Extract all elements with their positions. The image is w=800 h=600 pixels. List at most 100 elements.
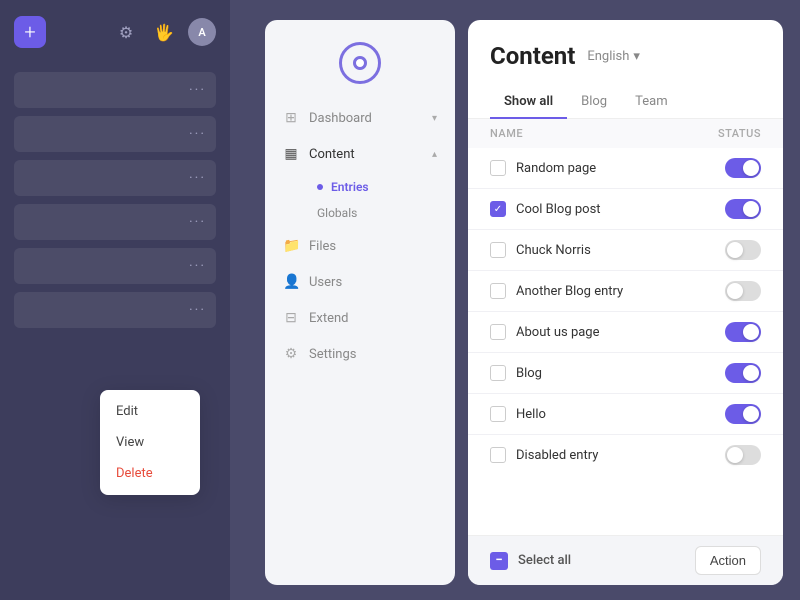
nav-settings-label: Settings	[309, 347, 356, 362]
entry-checkbox[interactable]	[490, 283, 506, 299]
chevron-up-icon: ▴	[432, 149, 437, 160]
nav-users-label: Users	[309, 275, 342, 290]
nav-settings[interactable]: ⚙ Settings	[265, 336, 455, 372]
nav-files-label: Files	[309, 239, 336, 254]
card-3-menu[interactable]: ···	[189, 170, 206, 186]
card-1-menu[interactable]: ···	[189, 82, 206, 98]
entry-checkbox[interactable]	[490, 160, 506, 176]
page-title: Content	[490, 42, 575, 70]
language-label: English	[587, 49, 629, 64]
table-header: Name Status	[468, 119, 783, 148]
table-row: Disabled entry	[468, 435, 783, 475]
extend-icon: ⊟	[283, 310, 299, 326]
card-4: ···	[14, 204, 216, 240]
nav-dashboard[interactable]: ⊞ Dashboard ▾	[265, 100, 455, 136]
context-menu: Edit View Delete	[100, 390, 200, 495]
entry-name: Disabled entry	[516, 448, 715, 463]
toggle-knob	[743, 201, 759, 217]
toggle-knob	[727, 283, 743, 299]
entries-list: Random page Cool Blog post Chuck Norris …	[468, 148, 783, 475]
entry-checkbox[interactable]	[490, 201, 506, 217]
toggle-knob	[743, 324, 759, 340]
toggle-knob	[743, 365, 759, 381]
settings-icon[interactable]: ⚙	[112, 18, 140, 46]
subnav-entries[interactable]: Entries	[309, 174, 455, 200]
toggle-knob	[727, 447, 743, 463]
entry-toggle[interactable]	[725, 240, 761, 260]
tab-team[interactable]: Team	[621, 86, 682, 119]
entry-name: Cool Blog post	[516, 202, 715, 217]
left-panel: + ⚙ 🖐 A ··· ··· ··· ··· ··· ··· Edit Vie…	[0, 0, 230, 600]
nav-extend-label: Extend	[309, 311, 349, 326]
bottom-bar: Select all Action	[468, 535, 783, 585]
nav-extend[interactable]: ⊟ Extend	[265, 300, 455, 336]
table-row: About us page	[468, 312, 783, 353]
table-row: Random page	[468, 148, 783, 189]
content-icon: ▦	[283, 146, 299, 162]
entry-checkbox[interactable]	[490, 242, 506, 258]
logo-inner	[353, 56, 367, 70]
card-5: ···	[14, 248, 216, 284]
logo-circle	[339, 42, 381, 84]
entry-checkbox[interactable]	[490, 324, 506, 340]
col-status: Status	[701, 127, 761, 140]
main-header: Content English ▾	[468, 20, 783, 70]
tab-show-all[interactable]: Show all	[490, 86, 567, 119]
left-panel-top: + ⚙ 🖐 A	[0, 0, 230, 64]
files-icon: 📁	[283, 238, 299, 254]
card-5-menu[interactable]: ···	[189, 258, 206, 274]
entry-checkbox[interactable]	[490, 406, 506, 422]
action-button[interactable]: Action	[695, 546, 761, 575]
add-button[interactable]: +	[14, 16, 46, 48]
card-6-menu[interactable]: ···	[189, 302, 206, 318]
entry-toggle[interactable]	[725, 363, 761, 383]
nav-content[interactable]: ▦ Content ▴	[265, 136, 455, 172]
subnav-globals[interactable]: Globals	[309, 200, 455, 226]
entry-name: Another Blog entry	[516, 284, 715, 299]
table-row: Cool Blog post	[468, 189, 783, 230]
avatar[interactable]: A	[188, 18, 216, 46]
entry-checkbox[interactable]	[490, 447, 506, 463]
select-all-checkbox[interactable]	[490, 552, 508, 570]
tabs: Show all Blog Team	[468, 86, 783, 119]
language-selector[interactable]: English ▾	[587, 49, 640, 64]
context-delete[interactable]: Delete	[100, 458, 200, 489]
entry-name: Blog	[516, 366, 715, 381]
context-edit[interactable]: Edit	[100, 396, 200, 427]
dashboard-icon: ⊞	[283, 110, 299, 126]
nav-dashboard-label: Dashboard	[309, 111, 372, 126]
entry-toggle[interactable]	[725, 281, 761, 301]
main-content: Content English ▾ Show all Blog Team Nam…	[468, 20, 783, 585]
entry-toggle[interactable]	[725, 158, 761, 178]
entry-name: Chuck Norris	[516, 243, 715, 258]
chevron-down-icon: ▾	[633, 49, 640, 64]
context-view[interactable]: View	[100, 427, 200, 458]
entry-toggle[interactable]	[725, 404, 761, 424]
table-row: Chuck Norris	[468, 230, 783, 271]
content-subnav: Entries Globals	[265, 172, 455, 228]
logo	[265, 20, 455, 100]
entry-name: About us page	[516, 325, 715, 340]
card-1: ···	[14, 72, 216, 108]
entry-checkbox[interactable]	[490, 365, 506, 381]
nav-settings-icon: ⚙	[283, 346, 299, 362]
chevron-down-icon: ▾	[432, 113, 437, 124]
active-dot	[317, 184, 323, 190]
entry-name: Random page	[516, 161, 715, 176]
nav-files[interactable]: 📁 Files	[265, 228, 455, 264]
table-row: Hello	[468, 394, 783, 435]
nav-users[interactable]: 👤 Users	[265, 264, 455, 300]
card-4-menu[interactable]: ···	[189, 214, 206, 230]
cards-area: ··· ··· ··· ··· ··· ···	[0, 64, 230, 336]
entry-toggle[interactable]	[725, 445, 761, 465]
card-6: ···	[14, 292, 216, 328]
entry-toggle[interactable]	[725, 322, 761, 342]
users-icon: 👤	[283, 274, 299, 290]
col-name: Name	[490, 127, 701, 140]
help-icon[interactable]: 🖐	[150, 18, 178, 46]
entry-name: Hello	[516, 407, 715, 422]
card-2: ···	[14, 116, 216, 152]
card-2-menu[interactable]: ···	[189, 126, 206, 142]
entry-toggle[interactable]	[725, 199, 761, 219]
tab-blog[interactable]: Blog	[567, 86, 621, 119]
